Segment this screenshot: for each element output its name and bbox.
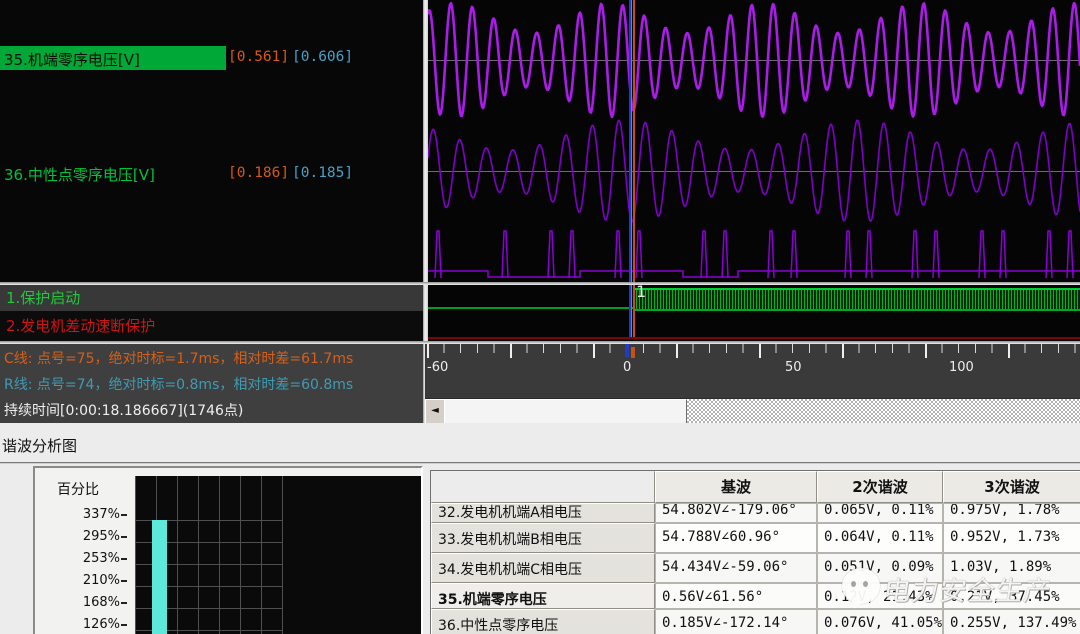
digital-trace-low-state: [428, 307, 633, 309]
digital-trace-high-state: [633, 288, 1080, 311]
y-tick-label: 168%: [35, 595, 127, 610]
digital-channel-row-trip[interactable]: 2.发电机差动速断保护: [0, 311, 423, 341]
ruler-cursor-marker-orange[interactable]: [631, 347, 635, 358]
table-cell: 54.434V∠-59.06°: [655, 553, 817, 583]
r-cursor-readout: R线: 点号=74，绝对时标=0.8ms，相对时差=60.8ms: [0, 370, 423, 396]
table-header-2nd-harmonic: 2次谐波: [817, 471, 943, 503]
ruler-cursor-marker-blue[interactable]: [625, 344, 629, 357]
fault-wave-analysis-window: 35.机端零序电压[V] [0.561] [0.606] 36.中性点零序电压[…: [0, 0, 1080, 634]
scroll-left-button[interactable]: ◄: [425, 399, 445, 425]
table-row-name[interactable]: 33.发电机机端B相电压: [431, 523, 655, 553]
c-cursor-value: [0.186]: [228, 165, 289, 181]
y-tick-label: 253%: [35, 551, 127, 566]
table-header-fundamental: 基波: [655, 471, 817, 503]
digital-state-marker: 1: [636, 285, 646, 301]
table-cell: 0.952V, 1.73%: [943, 523, 1080, 553]
table-cell: 0.076V, 41.05%: [817, 609, 943, 634]
scrollbar-thumb[interactable]: [444, 399, 687, 425]
harmonic-bar: [152, 520, 167, 634]
digital-channel-panel: 1.保护启动 2.发电机差动速断保护: [0, 285, 423, 341]
r-cursor-value: [0.606]: [292, 49, 353, 65]
digital-channel-row-start[interactable]: 1.保护启动: [0, 285, 423, 311]
cursor-line-orange[interactable]: [633, 285, 635, 337]
harmonic-chart-panel: 百分比 337% 295% 253% 210% 168% 126%: [33, 466, 423, 634]
digital-trace-trip-line: [428, 337, 1080, 339]
table-cell: 1.03V, 1.89%: [943, 553, 1080, 583]
record-duration: 持续时间[0:00:18.186667](1746点): [0, 396, 423, 422]
y-tick-label: 295%: [35, 529, 127, 544]
table-header-3rd-harmonic: 3次谐波: [943, 471, 1080, 503]
harmonic-section-title: 谐波分析图: [2, 435, 77, 456]
digital-trace-area[interactable]: 1: [428, 285, 1080, 341]
y-tick-label: 337%: [35, 507, 127, 522]
table-cell: 54.802V∠-179.06°: [655, 503, 817, 523]
table-cell: 0.065V, 0.11%: [817, 503, 943, 523]
table-cell: 0.21V, 37.45%: [943, 583, 1080, 609]
table-row-name[interactable]: 34.发电机机端C相电压: [431, 553, 655, 583]
cursor-line-orange[interactable]: [633, 0, 635, 282]
table-cell: 0.975V, 1.78%: [943, 503, 1080, 523]
analog-channel-row-35-selected[interactable]: 35.机端零序电压[V]: [0, 46, 226, 70]
y-tick-label: 210%: [35, 573, 127, 588]
ruler-label: 100: [949, 360, 974, 375]
table-cell: 0.185V∠-172.14°: [655, 609, 817, 634]
table-cell: 54.788V∠60.96°: [655, 523, 817, 553]
table-row-name[interactable]: 36.中性点零序电压: [431, 609, 655, 634]
channel-label: 35.机端零序电压[V]: [0, 46, 226, 70]
r-cursor-value: [0.185]: [292, 165, 353, 181]
table-cell: 0.064V, 0.11%: [817, 523, 943, 553]
harmonic-table: 基波 2次谐波 3次谐波 32.发电机机端A相电压 54.802V∠-179.0…: [430, 470, 1080, 634]
table-row-name-selected[interactable]: 35.机端零序电压: [431, 583, 655, 609]
harmonic-section-band: 谐波分析图: [0, 423, 1080, 464]
cursor-info-panel: C线: 点号=75，绝对时标=1.7ms，相对时差=61.7ms R线: 点号=…: [0, 344, 423, 423]
ruler-label: 0: [623, 360, 631, 375]
waveform-plot-area[interactable]: [428, 0, 1080, 282]
c-cursor-value: [0.561]: [228, 49, 289, 65]
y-tick-label: 126%: [35, 617, 127, 632]
ruler-label: -60: [427, 360, 448, 375]
harmonic-chart-plot: [135, 476, 421, 634]
analog-waveforms-svg: [428, 0, 1080, 282]
table-header-name: [431, 471, 655, 503]
horizontal-scrollbar[interactable]: ◄: [425, 398, 1080, 424]
scroll-left-icon: ◄: [431, 405, 439, 416]
table-row-name[interactable]: 32.发电机机端A相电压: [431, 503, 655, 523]
table-cell: 0.12V, 21.43%: [817, 583, 943, 609]
ruler-label: 50: [785, 360, 802, 375]
ruler-major-ticks: [427, 344, 1080, 358]
chart-y-axis-title: 百分比: [57, 479, 99, 499]
time-ruler[interactable]: -60 0 50 100: [425, 344, 1080, 398]
cursor-line-teal[interactable]: [631, 285, 632, 337]
table-cell: 0.56V∠61.56°: [655, 583, 817, 609]
cursor-line-teal[interactable]: [631, 0, 632, 282]
analog-channel-row-36[interactable]: 36.中性点零序电压[V]: [4, 164, 155, 185]
table-cell: 0.051V, 0.09%: [817, 553, 943, 583]
table-cell: 0.255V, 137.49%: [943, 609, 1080, 634]
analog-channel-panel: 35.机端零序电压[V] [0.561] [0.606] 36.中性点零序电压[…: [0, 0, 423, 282]
c-cursor-readout: C线: 点号=75，绝对时标=1.7ms，相对时差=61.7ms: [0, 344, 423, 370]
